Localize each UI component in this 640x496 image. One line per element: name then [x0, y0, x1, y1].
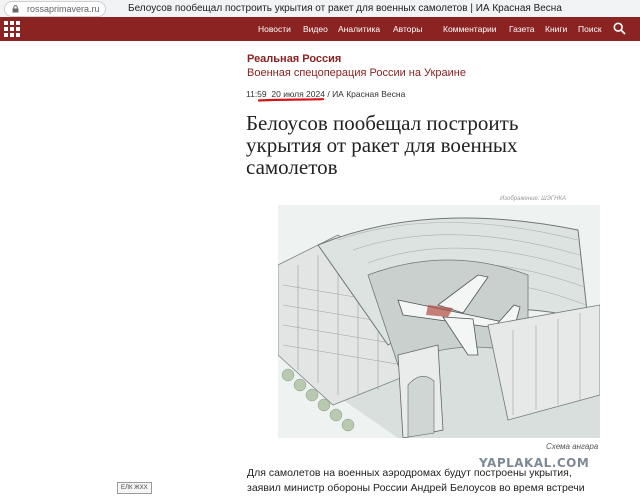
site-header: Новости Видео Аналитика Авторы Комментар…: [0, 17, 640, 41]
lock-icon: [12, 5, 19, 13]
nav-item-authors[interactable]: Авторы: [393, 23, 422, 35]
url-text: rossaprimavera.ru: [27, 4, 100, 14]
article-headline: Белоусов пообещал построить укрытия от р…: [246, 111, 519, 179]
section-title[interactable]: Реальная Россия: [247, 53, 341, 66]
url-field[interactable]: rossaprimavera.ru: [4, 1, 106, 17]
nav-item-books[interactable]: Книги: [545, 23, 567, 35]
red-underline-annotation: [258, 98, 324, 102]
search-icon[interactable]: [613, 22, 626, 35]
section-subtitle[interactable]: Военная спецоперация России на Украине: [247, 67, 466, 80]
article-body: Для самолетов на военных аэродромах буду…: [247, 466, 632, 496]
nav-item-video[interactable]: Видео: [303, 23, 328, 35]
nav-item-search[interactable]: Поиск: [578, 23, 602, 35]
nav-item-newspaper[interactable]: Газета: [509, 23, 535, 35]
nav-item-news[interactable]: Новости: [258, 23, 291, 35]
article-source[interactable]: / ИА Красная Весна: [327, 89, 405, 99]
watermark: YAPLAKAL.COM: [479, 456, 590, 470]
nav-item-analytics[interactable]: Аналитика: [338, 23, 380, 35]
image-credit: Изображение: ШЭГНКА: [500, 196, 566, 202]
browser-address-bar: rossaprimavera.ru Белоусов пообещал пост…: [0, 0, 640, 18]
menu-grid-icon[interactable]: [4, 21, 20, 37]
status-tag: ЕЛК ЖХХ: [117, 482, 152, 494]
hangar-diagram-image: [278, 205, 600, 438]
page-tab-title: Белоусов пообещал построить укрытия от р…: [128, 3, 562, 14]
image-caption: Схема ангара: [546, 442, 599, 451]
nav-item-comments[interactable]: Комментарии: [443, 23, 497, 35]
